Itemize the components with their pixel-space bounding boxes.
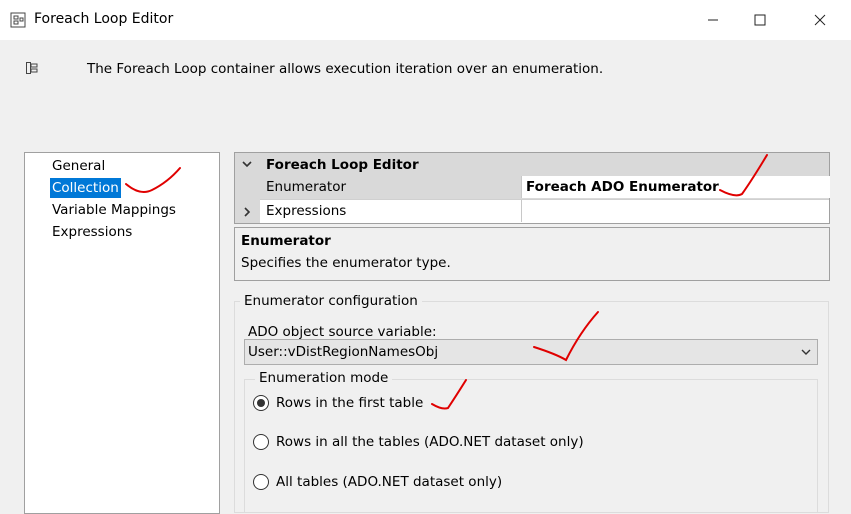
maximize-icon	[754, 14, 766, 26]
container-icon	[26, 62, 38, 74]
enumerator-configuration-label: Enumerator configuration	[240, 293, 422, 309]
property-name-enumerator: Enumerator	[266, 179, 347, 195]
chevron-down-icon[interactable]	[801, 349, 811, 356]
enumeration-mode-label: Enumeration mode	[255, 370, 393, 386]
window-title: Foreach Loop Editor	[34, 11, 174, 27]
close-button[interactable]	[797, 0, 843, 40]
chevron-down-icon[interactable]	[242, 161, 252, 168]
property-row-expressions[interactable]: Expressions	[260, 199, 829, 223]
option-rows-all-tables-label[interactable]: Rows in all the tables (ADO.NET dataset …	[276, 434, 584, 450]
maximize-button[interactable]	[737, 0, 783, 40]
property-name-expressions: Expressions	[266, 203, 347, 219]
option-all-tables-label[interactable]: All tables (ADO.NET dataset only)	[276, 474, 502, 490]
property-category-header[interactable]: Foreach Loop Editor	[235, 153, 829, 176]
radio-rows-first-table[interactable]	[253, 395, 269, 411]
property-value-expressions[interactable]	[521, 200, 830, 222]
help-title: Enumerator	[241, 233, 331, 249]
property-value-enumerator[interactable]: Foreach ADO Enumerator	[526, 176, 719, 198]
nav-item-expressions[interactable]: Expressions	[50, 222, 134, 242]
minimize-button[interactable]	[690, 0, 736, 40]
editor-description: The Foreach Loop container allows execut…	[87, 61, 604, 77]
nav-item-general[interactable]: General	[50, 156, 107, 176]
ado-source-variable-label: ADO object source variable:	[248, 324, 437, 340]
property-category-label: Foreach Loop Editor	[266, 157, 419, 173]
property-grid: Foreach Loop Editor Enumerator Foreach A…	[234, 152, 830, 224]
page-navigation-list: General Collection Variable Mappings Exp…	[24, 152, 220, 514]
option-rows-first-table-label[interactable]: Rows in the first table	[276, 395, 423, 411]
radio-all-tables[interactable]	[253, 474, 269, 490]
nav-item-collection[interactable]: Collection	[50, 178, 121, 198]
chevron-right-icon[interactable]	[244, 207, 251, 217]
close-icon	[814, 14, 826, 26]
ado-source-variable-value: User::vDistRegionNamesObj	[248, 344, 439, 360]
ado-source-variable-combobox[interactable]: User::vDistRegionNamesObj	[244, 339, 818, 365]
nav-item-variable-mappings[interactable]: Variable Mappings	[50, 200, 178, 220]
radio-rows-all-tables[interactable]	[253, 434, 269, 450]
help-text: Specifies the enumerator type.	[241, 255, 451, 271]
radio-selected-dot	[257, 399, 265, 407]
property-help-panel: Enumerator Specifies the enumerator type…	[234, 227, 830, 281]
foreach-loop-icon	[10, 12, 26, 28]
property-row-enumerator[interactable]: Enumerator Foreach ADO Enumerator	[260, 176, 830, 199]
title-bar: Foreach Loop Editor	[0, 0, 851, 40]
minimize-icon	[708, 19, 718, 21]
